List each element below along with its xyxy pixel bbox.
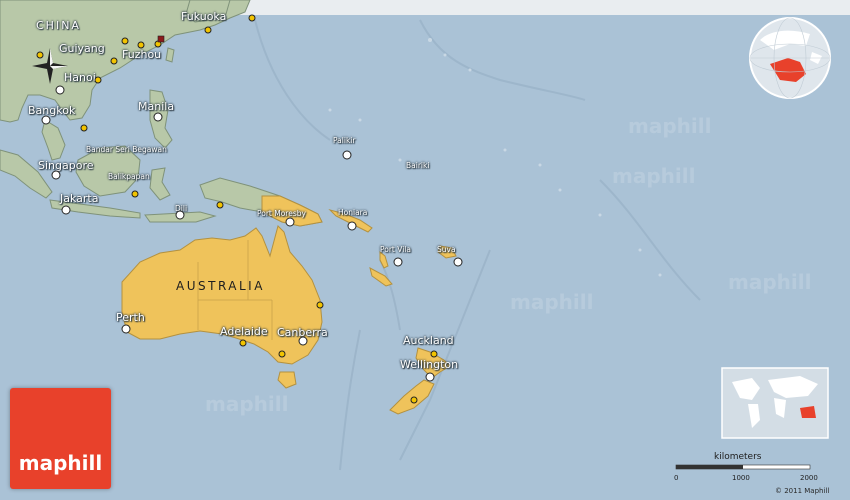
country-label-australia: AUSTRALIA (176, 279, 265, 293)
city-label-port-vila: Port Vila (380, 245, 411, 254)
scale-tick-2000: 2000 (800, 474, 818, 482)
scale-tick-0: 0 (674, 474, 679, 482)
city-label-manila: Manila (138, 100, 175, 113)
maphill-logo[interactable]: maphill (10, 388, 111, 489)
city-label-honiara: Honiara (338, 208, 368, 217)
country-label-china: CHINA (36, 19, 81, 32)
city-label-bairiki: Bairiki (406, 161, 430, 170)
scale-unit-label: kilometers (714, 452, 762, 462)
city-label-suva: Suva (437, 245, 456, 254)
city-label-jakarta: Jakarta (60, 192, 99, 205)
brand-text: maphill (18, 451, 103, 475)
watermark-text: maphill (628, 114, 712, 138)
scale-tick-1000: 1000 (732, 474, 750, 482)
city-label-bandar-seri-begawan: Bandar Seri Begawan (86, 145, 167, 154)
city-label-singapore: Singapore (38, 159, 94, 172)
city-label-fukuoka: Fukuoka (181, 10, 227, 23)
city-label-balikpapan: Balikpapan (108, 172, 150, 181)
city-label-port-moresby: Port Moresby (257, 209, 306, 218)
city-label-fuzhou: Fuzhou (122, 48, 162, 61)
watermark-text: maphill (510, 290, 594, 314)
scale-bar (675, 464, 811, 470)
world-inset (721, 367, 829, 439)
city-label-auckland: Auckland (403, 334, 454, 347)
globe-inset (749, 17, 831, 99)
city-label-perth: Perth (116, 311, 145, 324)
city-label-dili: Dili (175, 204, 188, 213)
city-label-wellington: Wellington (400, 358, 459, 371)
city-label-adelaide: Adelaide (220, 325, 268, 338)
watermark-text: maphill (612, 164, 696, 188)
map-canvas (0, 0, 850, 500)
city-label-canberra: Canberra (277, 326, 328, 339)
city-label-bangkok: Bangkok (28, 104, 76, 117)
copyright-text: © 2011 Maphill (775, 487, 830, 495)
city-label-guiyang: Guiyang (59, 42, 105, 55)
watermark-text: maphill (728, 270, 812, 294)
city-label-hanoi: Hanoi (64, 71, 96, 84)
watermark-text: maphill (205, 392, 289, 416)
city-label-palikir: Palikir (333, 136, 356, 145)
taiwan (165, 47, 175, 63)
map-view[interactable]: maphill maphill maphill maphill maphill … (0, 0, 850, 500)
